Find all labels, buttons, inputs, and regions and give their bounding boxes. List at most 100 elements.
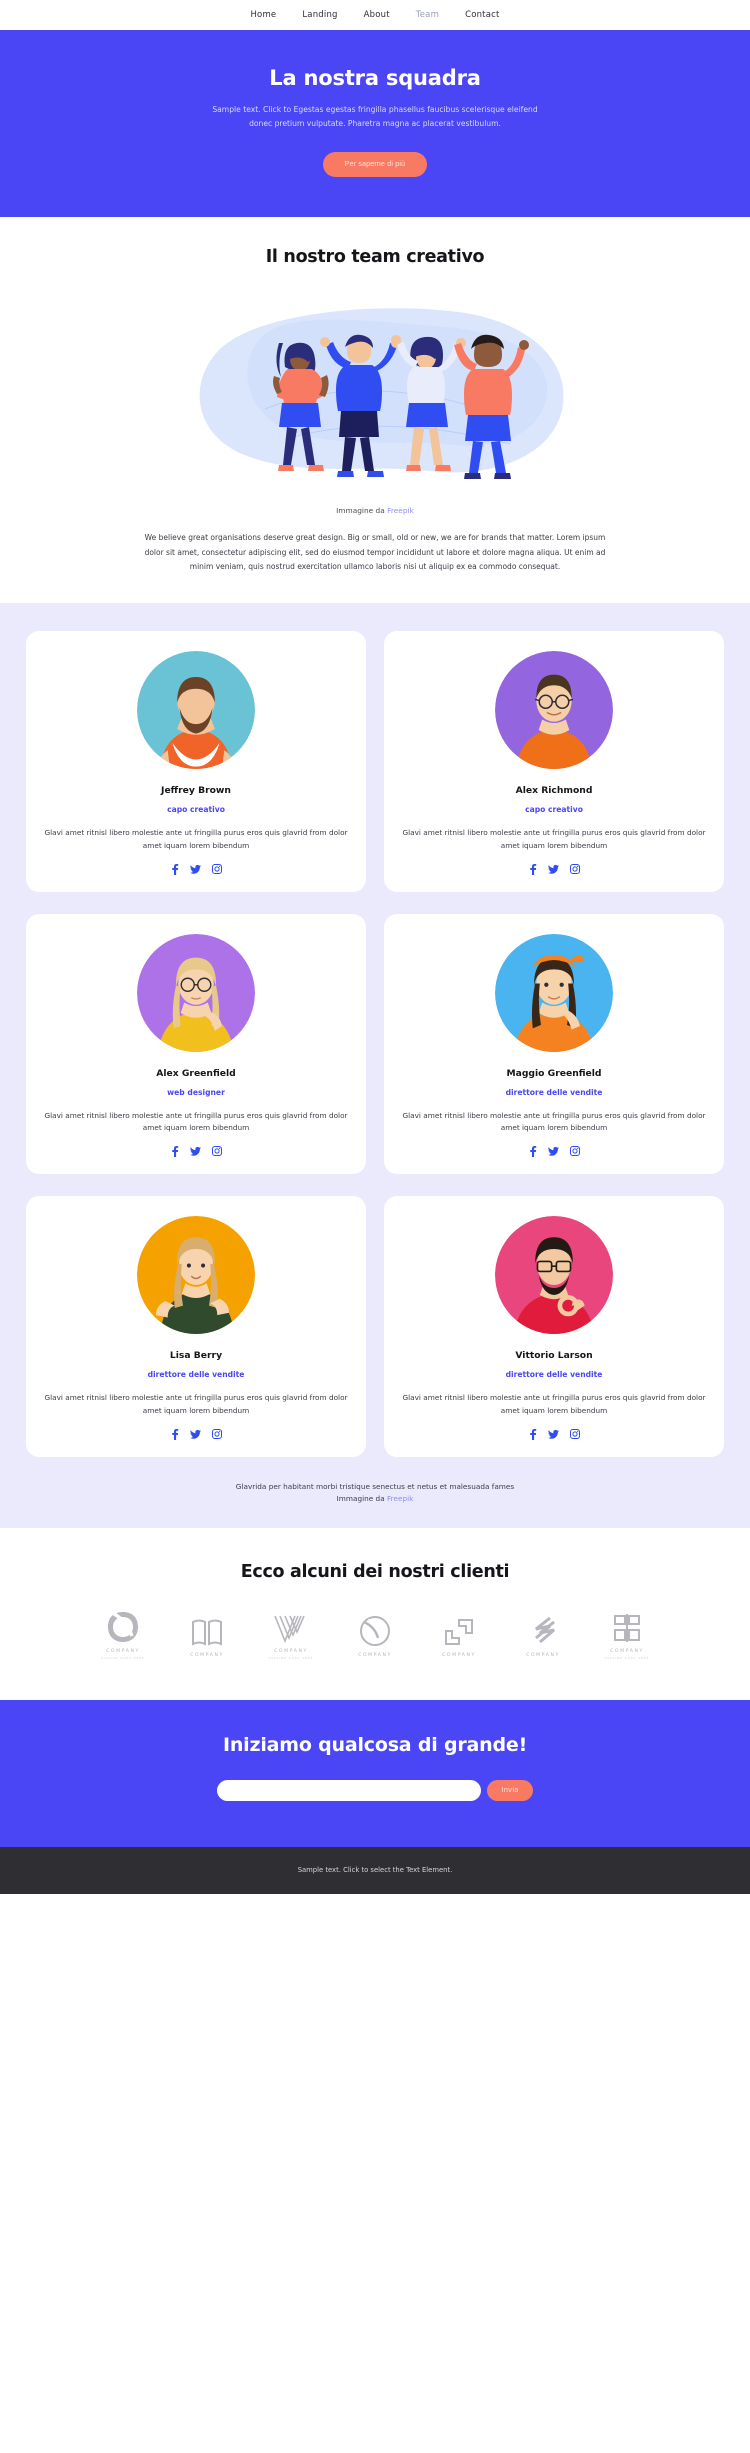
- clients-section: Ecco alcuni dei nostri clienti COMPANY S…: [0, 1528, 750, 1700]
- client-name: COMPANY: [106, 1649, 140, 1655]
- client-logo[interactable]: COMPANY: [428, 1616, 490, 1660]
- member-name: Lisa Berry: [169, 1350, 223, 1362]
- client-name: COMPANY: [274, 1649, 308, 1655]
- company-book-icon: [192, 1619, 222, 1646]
- team-footnote-line: Glavrida per habitant morbi tristique se…: [235, 1481, 515, 1491]
- email-input[interactable]: [216, 1779, 481, 1801]
- team-footnote: Glavrida per habitant morbi tristique se…: [26, 1481, 724, 1507]
- client-logo[interactable]: COMPANY: [176, 1618, 238, 1660]
- instagram-icon[interactable]: [569, 863, 580, 875]
- freepik-link[interactable]: Freepik: [387, 506, 414, 515]
- creative-team-section: Il nostro team creativo Immagine da Free…: [0, 217, 750, 603]
- client-tagline: TAGLINE GOES HERE: [604, 1655, 650, 1660]
- instagram-icon[interactable]: [211, 863, 222, 875]
- freepik-link[interactable]: Freepik: [387, 1494, 413, 1503]
- hero-title: La nostra squadra: [269, 66, 481, 90]
- facebook-icon[interactable]: [171, 863, 179, 875]
- company-ring-icon: [108, 1612, 138, 1643]
- nav-item-home[interactable]: Home: [250, 10, 276, 20]
- client-logo[interactable]: COMPANY TAGLINE GOES HERE: [596, 1612, 658, 1660]
- avatar: [495, 933, 613, 1052]
- member-role: capo creativo: [167, 804, 225, 814]
- twitter-icon[interactable]: [189, 1146, 201, 1157]
- credit-prefix: Immagine da: [336, 1494, 385, 1504]
- creative-team-title: Il nostro team creativo: [265, 247, 485, 268]
- team-footnote-credit: Immagine da Freepik: [26, 1493, 724, 1506]
- instagram-icon[interactable]: [569, 1146, 580, 1157]
- member-name: Alex Greenfield: [156, 1067, 236, 1079]
- member-socials: [402, 863, 706, 875]
- team-grid: Jeffrey Brown capo creativo Glavi amet r…: [26, 630, 724, 1457]
- client-name: COMPANY: [190, 1653, 224, 1659]
- twitter-icon[interactable]: [547, 864, 559, 875]
- team-member-card[interactable]: Jeffrey Brown capo creativo Glavi amet r…: [26, 630, 366, 892]
- facebook-icon[interactable]: [529, 1428, 537, 1440]
- avatar: [495, 1216, 613, 1335]
- member-role: direttore delle vendite: [505, 1087, 603, 1097]
- team-member-card[interactable]: Lisa Berry direttore delle vendite Glavi…: [26, 1196, 366, 1457]
- member-socials: [44, 1146, 348, 1158]
- instagram-icon[interactable]: [211, 1146, 222, 1157]
- hero-section: La nostra squadra Sample text. Click to …: [0, 30, 750, 218]
- team-member-card[interactable]: Vittorio Larson direttore delle vendite …: [384, 1196, 724, 1457]
- twitter-icon[interactable]: [189, 864, 201, 875]
- avatar: [137, 933, 255, 1052]
- team-members-section: Jeffrey Brown capo creativo Glavi amet r…: [0, 602, 750, 1529]
- instagram-icon[interactable]: [211, 1428, 222, 1440]
- twitter-icon[interactable]: [547, 1146, 559, 1157]
- member-role: direttore delle vendite: [505, 1370, 603, 1380]
- page-footer: Sample text. Click to select the Text El…: [0, 1846, 750, 1894]
- facebook-icon[interactable]: [529, 1146, 537, 1158]
- member-bio: Glavi amet ritnisl libero molestie ante …: [402, 827, 706, 850]
- client-tagline: SLOGAN GOES HERE: [101, 1655, 145, 1660]
- member-name: Vittorio Larson: [515, 1350, 593, 1362]
- cta-section: Iniziamo qualcosa di grande! Invia: [0, 1699, 750, 1847]
- company-bracket-icon: [445, 1619, 473, 1646]
- avatar: [495, 650, 613, 769]
- illustration-credit: Immagine da Freepik: [0, 506, 750, 515]
- member-bio: Glavi amet ritnisl libero molestie ante …: [402, 1110, 706, 1133]
- company-chevron-icon: [274, 1615, 305, 1644]
- footer-text: Sample text. Click to select the Text El…: [297, 1865, 453, 1874]
- member-bio: Glavi amet ritnisl libero molestie ante …: [44, 1110, 348, 1133]
- nav-item-team[interactable]: Team: [416, 10, 439, 20]
- member-bio: Glavi amet ritnisl libero molestie ante …: [44, 827, 348, 850]
- client-name: COMPANY: [610, 1649, 644, 1655]
- nav-item-about[interactable]: About: [364, 10, 390, 20]
- nav-item-contact[interactable]: Contact: [465, 10, 499, 20]
- clients-title: Ecco alcuni dei nostri clienti: [240, 1562, 510, 1583]
- team-member-card[interactable]: Alex Greenfield web designer Glavi amet …: [26, 913, 366, 1175]
- client-logo[interactable]: COMPANY: [512, 1616, 574, 1660]
- client-logo[interactable]: COMPANY SLOGAN GOES HERE: [92, 1610, 154, 1660]
- member-role: capo creativo: [525, 804, 583, 814]
- avatar: [137, 650, 255, 769]
- team-member-card[interactable]: Maggio Greenfield direttore delle vendit…: [384, 913, 724, 1175]
- member-bio: Glavi amet ritnisl libero molestie ante …: [44, 1393, 348, 1415]
- subscribe-form: Invia: [0, 1779, 750, 1801]
- twitter-icon[interactable]: [189, 1429, 201, 1440]
- facebook-icon[interactable]: [529, 863, 537, 875]
- main-navigation: Home Landing About Team Contact: [0, 0, 750, 30]
- client-logo[interactable]: COMPANY: [344, 1614, 406, 1660]
- client-logo[interactable]: COMPANY TAGLINE GOES HERE: [260, 1614, 322, 1660]
- company-slash-icon: [535, 1616, 555, 1644]
- client-name: COMPANY: [358, 1653, 392, 1659]
- team-member-card[interactable]: Alex Richmond capo creativo Glavi amet r…: [384, 630, 724, 892]
- company-circle-icon: [360, 1616, 390, 1647]
- team-illustration: [165, 289, 585, 494]
- facebook-icon[interactable]: [171, 1428, 179, 1440]
- facebook-icon[interactable]: [171, 1146, 179, 1158]
- twitter-icon[interactable]: [547, 1429, 559, 1440]
- hero-cta-button[interactable]: Per saperne di più: [322, 152, 428, 178]
- submit-button[interactable]: Invia: [486, 1779, 534, 1801]
- client-name: COMPANY: [526, 1653, 560, 1659]
- member-bio: Glavi amet ritnisl libero molestie ante …: [402, 1393, 706, 1415]
- instagram-icon[interactable]: [569, 1428, 580, 1440]
- hero-subtitle: Sample text. Click to Egestas egestas fr…: [212, 105, 538, 129]
- avatar: [137, 1216, 255, 1335]
- member-socials: [44, 863, 348, 875]
- member-name: Jeffrey Brown: [161, 784, 231, 796]
- creative-team-body: We believe great organisations deserve g…: [144, 533, 606, 572]
- nav-item-landing[interactable]: Landing: [302, 10, 337, 20]
- member-role: web designer: [167, 1087, 225, 1097]
